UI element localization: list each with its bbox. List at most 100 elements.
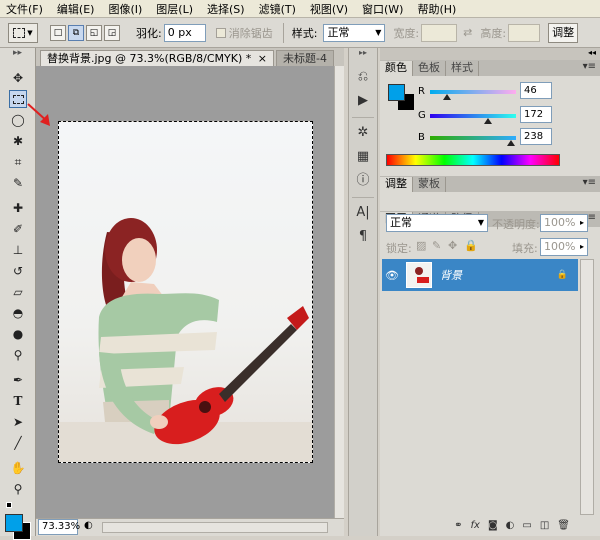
pen-tool-icon[interactable]: ✒ <box>9 371 27 389</box>
r-value[interactable]: 46 <box>520 82 552 99</box>
blend-mode-select[interactable]: 正常 ▼ <box>386 214 488 232</box>
g-slider[interactable] <box>430 114 516 118</box>
subtract-selection-button[interactable]: ◱ <box>86 24 102 41</box>
b-value[interactable]: 238 <box>520 128 552 145</box>
tools-grip[interactable]: ▸▸ <box>0 48 35 66</box>
path-selection-tool-icon[interactable]: ➤ <box>9 413 27 431</box>
panel-menu-icon[interactable]: ▾≡ <box>583 61 596 72</box>
tab-active-document[interactable]: 替换背景.jpg @ 73.3%(RGB/8/CMYK) * × <box>40 50 274 66</box>
lock-all-icon[interactable]: 🔒 <box>464 239 478 252</box>
eye-icon[interactable]: 👁 <box>382 269 402 282</box>
refine-edge-button[interactable]: 调整 <box>548 22 579 43</box>
fill-input[interactable]: 100% ▸ <box>540 238 588 256</box>
clone-stamp-tool-icon[interactable]: ⊥ <box>9 241 27 259</box>
panel-menu-icon[interactable]: ▾≡ <box>583 177 596 188</box>
annotation-arrow-icon <box>27 103 50 126</box>
zoom-tool-icon[interactable]: ⚲ <box>9 480 27 498</box>
r-slider-thumb[interactable] <box>443 94 451 100</box>
hand-tool-icon[interactable]: ✋ <box>9 459 27 477</box>
layer-name[interactable]: 背景 <box>440 267 462 283</box>
tab-adjustments[interactable]: 调整 <box>380 177 413 192</box>
zoom-field[interactable]: 73.33% <box>38 519 80 535</box>
layers-list-area[interactable] <box>382 291 578 515</box>
layer-row-background[interactable]: 👁 背景 🔒 <box>382 259 578 291</box>
close-icon[interactable]: × <box>258 52 267 65</box>
antialias-checkbox[interactable] <box>215 27 226 38</box>
info-icon[interactable]: ⓘ <box>354 172 372 190</box>
menu-filter[interactable]: 滤镜(T) <box>259 1 296 17</box>
add-selection-button[interactable]: ⧉ <box>68 24 84 41</box>
crop-tool-icon[interactable]: ⌗ <box>9 153 27 171</box>
paint-bucket-tool-icon[interactable]: ◓ <box>9 304 27 322</box>
new-selection-button[interactable]: □ <box>50 24 66 41</box>
history-icon[interactable]: ⎌ <box>354 68 372 86</box>
magic-wand-tool-icon[interactable]: ✱ <box>9 132 27 150</box>
menu-help[interactable]: 帮助(H) <box>417 1 456 17</box>
lock-position-icon[interactable]: ✥ <box>448 239 457 252</box>
style-select-value: 正常 <box>327 25 350 39</box>
tab-swatches[interactable]: 色板 <box>413 61 446 76</box>
panels-grip[interactable]: ◂◂ <box>380 48 600 60</box>
dodge-tool-icon[interactable]: ⚲ <box>9 346 27 364</box>
color-spectrum-bar[interactable] <box>386 154 560 166</box>
tab-color[interactable]: 颜色 <box>380 61 413 76</box>
layers-scrollbar[interactable] <box>580 259 594 515</box>
feather-input[interactable]: 0 px <box>163 23 206 42</box>
opacity-input[interactable]: 100% ▸ <box>540 214 588 232</box>
b-slider[interactable] <box>430 136 516 140</box>
feather-label: 羽化: <box>136 26 162 40</box>
lasso-tool-icon[interactable]: ◯ <box>9 111 27 129</box>
menu-select[interactable]: 选择(S) <box>207 1 245 17</box>
paragraph-icon[interactable]: ¶ <box>354 228 372 246</box>
move-tool-icon[interactable]: ✥ <box>9 69 27 87</box>
strip-grip[interactable]: ▸▸ <box>349 48 377 62</box>
brush-tool-icon[interactable]: ✐ <box>9 220 27 238</box>
fx-icon[interactable]: fx <box>471 520 480 531</box>
tool-preset-picker[interactable]: ▼ <box>8 22 38 43</box>
shape-tool-icon[interactable]: ╱ <box>9 434 27 452</box>
horizontal-scrollbar[interactable] <box>102 522 328 533</box>
eraser-tool-icon[interactable]: ▱ <box>9 283 27 301</box>
b-slider-thumb[interactable] <box>507 140 515 146</box>
tab-masks[interactable]: 蒙板 <box>413 177 446 192</box>
lock-pixels-icon[interactable]: ✎ <box>432 239 441 252</box>
color-panel-fg-swatch[interactable] <box>388 84 405 101</box>
style-select[interactable]: 正常 ▼ <box>323 23 386 42</box>
healing-brush-tool-icon[interactable]: ✚ <box>9 199 27 217</box>
foreground-color-swatch[interactable] <box>5 514 23 532</box>
add-mask-icon[interactable]: ◙ <box>488 520 498 531</box>
link-layers-icon[interactable]: ⚭ <box>454 520 462 531</box>
eyedropper-tool-icon[interactable]: ✎ <box>9 174 27 192</box>
type-tool-icon[interactable]: T <box>9 392 27 410</box>
history-brush-tool-icon[interactable]: ↺ <box>9 262 27 280</box>
vertical-scrollbar[interactable] <box>334 66 344 518</box>
menu-layer[interactable]: 图层(L) <box>156 1 193 17</box>
menu-image[interactable]: 图像(I) <box>108 1 142 17</box>
tab-untitled-document[interactable]: 未标题-4 <box>275 50 334 66</box>
menu-view[interactable]: 视图(V) <box>310 1 348 17</box>
document-image[interactable] <box>58 121 313 463</box>
blur-tool-icon[interactable]: ● <box>9 325 27 343</box>
default-colors-icon[interactable] <box>6 502 16 512</box>
new-layer-icon[interactable]: ◫ <box>540 520 549 531</box>
width-input <box>421 23 458 42</box>
trash-icon[interactable]: 🗑 <box>557 520 570 531</box>
menu-file[interactable]: 文件(F) <box>6 1 43 17</box>
tab-styles[interactable]: 样式 <box>446 61 479 76</box>
actions-icon[interactable]: ▶ <box>354 92 372 110</box>
lock-transparency-icon[interactable]: ▨ <box>416 239 426 252</box>
g-slider-thumb[interactable] <box>484 118 492 124</box>
antialias-label: 消除锯齿 <box>228 26 273 40</box>
intersect-selection-button[interactable]: ◲ <box>104 24 120 41</box>
rect-marquee-tool-icon[interactable] <box>9 90 27 108</box>
status-info-icon[interactable]: ◐ <box>84 520 93 531</box>
new-group-icon[interactable]: ▭ <box>522 520 531 531</box>
menu-edit[interactable]: 编辑(E) <box>57 1 95 17</box>
character-icon[interactable]: A| <box>354 204 372 222</box>
histogram-icon[interactable]: ▦ <box>354 148 372 166</box>
layer-lock-icon: 🔒 <box>556 270 568 280</box>
navigator-icon[interactable]: ✲ <box>354 124 372 142</box>
adjustment-layer-icon[interactable]: ◐ <box>506 520 515 531</box>
g-value[interactable]: 172 <box>520 106 552 123</box>
menu-window[interactable]: 窗口(W) <box>362 1 403 17</box>
